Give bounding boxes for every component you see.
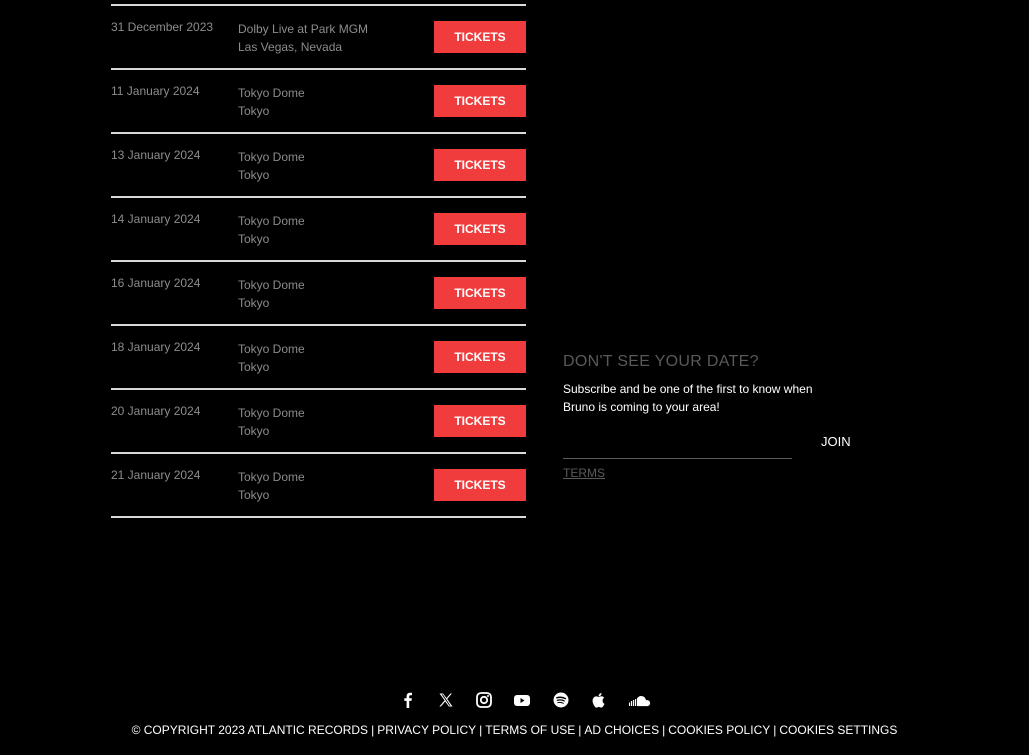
tour-date: 13 January 2024 — [111, 148, 201, 162]
spotify-icon[interactable] — [552, 691, 570, 709]
tour-venue-city: Las Vegas, Nevada — [238, 40, 343, 54]
x-icon[interactable] — [437, 691, 455, 709]
tickets-button[interactable]: TICKETS — [434, 469, 526, 501]
subscribe-form: JOIN — [563, 428, 863, 460]
tour-venue-city: Tokyo — [238, 424, 270, 438]
tour-venue-block: Tokyo Dome Tokyo — [238, 340, 305, 376]
tour-venue-city: Tokyo — [238, 168, 270, 182]
copyright-text: © COPYRIGHT 2023 ATLANTIC RECORDS — [131, 723, 369, 737]
tour-venue-block: Tokyo Dome Tokyo — [238, 212, 305, 248]
facebook-icon[interactable] — [399, 691, 417, 709]
tickets-button[interactable]: TICKETS — [434, 21, 526, 53]
tour-date: 16 January 2024 — [111, 276, 201, 290]
cookies-policy-link[interactable]: COOKIES POLICY — [668, 723, 770, 737]
tour-venue-name: Tokyo Dome — [238, 214, 305, 228]
footer-separator: | — [479, 723, 483, 737]
subscribe-heading: DON'T SEE YOUR DATE? — [563, 353, 759, 370]
tour-venue-city: Tokyo — [238, 232, 270, 246]
tickets-button[interactable]: TICKETS — [434, 149, 526, 181]
social-bar — [0, 691, 1029, 711]
tour-venue-city: Tokyo — [238, 296, 270, 310]
join-button[interactable]: JOIN — [813, 434, 859, 449]
terms-link[interactable]: TERMS — [563, 466, 605, 480]
subscribe-text: Subscribe and be one of the first to kno… — [563, 382, 813, 414]
tour-venue-block: Tokyo Dome Tokyo — [238, 404, 305, 440]
instagram-icon[interactable] — [475, 691, 493, 709]
subscribe-panel: DON'T SEE YOUR DATE? Subscribe and be on… — [563, 353, 863, 482]
youtube-icon[interactable] — [513, 691, 531, 709]
tour-venue-name: Tokyo Dome — [238, 278, 305, 292]
tour-venue-name: Tokyo Dome — [238, 470, 305, 484]
tour-row: 11 January 2024 Tokyo Dome Tokyo TICKETS — [111, 70, 526, 134]
privacy-policy-link[interactable]: PRIVACY POLICY — [377, 723, 476, 737]
tour-venue-name: Tokyo Dome — [238, 342, 305, 356]
tour-row: 14 January 2024 Tokyo Dome Tokyo TICKETS — [111, 198, 526, 262]
tickets-button[interactable]: TICKETS — [434, 85, 526, 117]
tour-venue-name: Tokyo Dome — [238, 406, 305, 420]
tour-row: 13 January 2024 Tokyo Dome Tokyo TICKETS — [111, 134, 526, 198]
tour-dates-list: 31 December 2023 Dolby Live at Park MGM … — [111, 4, 526, 518]
tour-row: 18 January 2024 Tokyo Dome Tokyo TICKETS — [111, 326, 526, 390]
tour-venue-name: Dolby Live at Park MGM — [238, 22, 369, 36]
terms-of-use-link[interactable]: TERMS OF USE — [485, 723, 575, 737]
ad-choices-link[interactable]: AD CHOICES — [584, 723, 659, 737]
tour-venue-block: Dolby Live at Park MGM Las Vegas, Nevada — [238, 20, 368, 56]
tour-row: 20 January 2024 Tokyo Dome Tokyo TICKETS — [111, 390, 526, 454]
tour-venue-city: Tokyo — [238, 104, 270, 118]
tour-row: 31 December 2023 Dolby Live at Park MGM … — [111, 6, 526, 70]
tour-venue-city: Tokyo — [238, 488, 270, 502]
soundcloud-icon[interactable] — [628, 691, 652, 709]
tour-date: 20 January 2024 — [111, 404, 201, 418]
cookies-settings-link[interactable]: COOKIES SETTINGS — [779, 723, 897, 737]
tour-venue-name: Tokyo Dome — [238, 86, 305, 100]
tour-date: 21 January 2024 — [111, 468, 201, 482]
tickets-button[interactable]: TICKETS — [434, 405, 526, 437]
footer-separator: | — [773, 723, 777, 737]
tour-venue-name: Tokyo Dome — [238, 150, 305, 164]
tickets-button[interactable]: TICKETS — [434, 213, 526, 245]
email-field[interactable] — [563, 428, 792, 459]
tour-venue-block: Tokyo Dome Tokyo — [238, 148, 305, 184]
footer-separator: | — [662, 723, 666, 737]
tour-venue-block: Tokyo Dome Tokyo — [238, 276, 305, 312]
apple-icon[interactable] — [590, 691, 608, 709]
tour-date: 11 January 2024 — [111, 84, 200, 98]
tickets-button[interactable]: TICKETS — [434, 341, 526, 373]
tour-venue-block: Tokyo Dome Tokyo — [238, 84, 305, 120]
tour-date: 14 January 2024 — [111, 212, 201, 226]
tour-venue-city: Tokyo — [238, 360, 270, 374]
tour-date: 18 January 2024 — [111, 340, 201, 354]
tour-venue-block: Tokyo Dome Tokyo — [238, 468, 305, 504]
tour-row: 16 January 2024 Tokyo Dome Tokyo TICKETS — [111, 262, 526, 326]
tickets-button[interactable]: TICKETS — [434, 277, 526, 309]
footer-links: © COPYRIGHT 2023 ATLANTIC RECORDS | PRIVAC… — [0, 723, 1029, 737]
footer-separator: | — [371, 723, 375, 737]
tour-row: 21 January 2024 Tokyo Dome Tokyo TICKETS — [111, 454, 526, 518]
tour-date: 31 December 2023 — [111, 20, 214, 34]
